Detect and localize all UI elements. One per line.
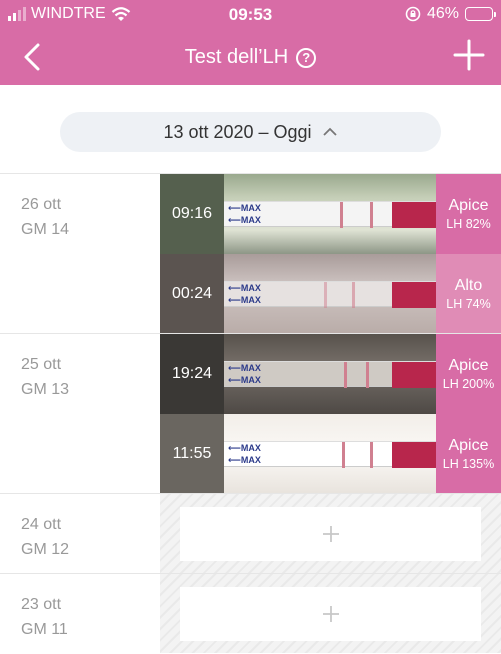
date-range-label: 13 ott 2020 – Oggi <box>163 121 312 142</box>
entry-time: 11:55 <box>160 414 224 494</box>
result-badge: Alto LH 74% <box>436 254 501 334</box>
status-right: 46% <box>405 5 496 23</box>
result-level: Apice <box>448 437 489 454</box>
result-level: Apice <box>448 197 489 214</box>
test-entry[interactable]: 19:24 ⟵MAX ⟵MAX Apice LH 200% <box>160 334 501 414</box>
test-photo[interactable]: ⟵MAX ⟵MAX <box>224 414 436 494</box>
plus-icon <box>322 526 339 542</box>
max-arrow-mark: ⟵MAX ⟵MAX <box>228 283 261 305</box>
battery-percent: 46% <box>426 5 459 22</box>
test-entry[interactable]: 11:55 ⟵MAX ⟵MAX Apice LH 135% <box>160 414 501 494</box>
day-cycle: GM 11 <box>21 621 68 638</box>
day-row: 25 ott GM 13 19:24 ⟵MAX ⟵MAX Apice LH 200… <box>0 333 501 494</box>
result-level: Apice <box>448 357 489 374</box>
day-label: 24 ott GM 12 <box>0 494 160 573</box>
test-list: 26 ott GM 14 09:16 ⟵MAX ⟵MAX Apice LH 82% <box>0 173 501 653</box>
day-label: 25 ott GM 13 <box>0 334 160 493</box>
rotation-lock-icon <box>405 6 421 22</box>
result-lh: LH 82% <box>446 217 491 231</box>
day-cycle: GM 12 <box>21 541 70 558</box>
battery-icon <box>465 7 496 21</box>
result-lh: LH 74% <box>446 297 491 311</box>
day-cycle: GM 14 <box>21 221 70 238</box>
day-entries <box>160 494 501 573</box>
result-lh: LH 200% <box>442 377 495 391</box>
result-badge: Apice LH 135% <box>436 414 501 494</box>
day-date: 23 ott <box>21 596 62 613</box>
test-photo[interactable]: ⟵MAX ⟵MAX <box>224 254 436 334</box>
test-entry[interactable]: 09:16 ⟵MAX ⟵MAX Apice LH 82% <box>160 174 501 254</box>
day-date: 25 ott <box>21 356 62 373</box>
page-title: Test dell’LH ? <box>0 46 501 69</box>
day-date: 26 ott <box>21 196 62 213</box>
result-badge: Apice LH 82% <box>436 174 501 254</box>
add-test-card[interactable] <box>180 507 481 561</box>
day-label: 23 ott GM 11 <box>0 574 160 653</box>
test-photo[interactable]: ⟵MAX ⟵MAX <box>224 334 436 414</box>
help-icon[interactable]: ? <box>296 47 317 68</box>
status-bar: WINDTRE 09:53 46% <box>0 0 501 30</box>
add-test-button[interactable] <box>453 39 485 71</box>
test-strip: ⟵MAX ⟵MAX <box>224 441 436 468</box>
test-entry[interactable]: 00:24 ⟵MAX ⟵MAX Alto LH 74% <box>160 254 501 334</box>
day-cycle: GM 13 <box>21 381 70 398</box>
test-photo[interactable]: ⟵MAX ⟵MAX <box>224 174 436 254</box>
chevron-up-icon <box>322 127 337 136</box>
test-strip: ⟵MAX ⟵MAX <box>224 361 436 388</box>
nav-bar: Test dell’LH ? <box>0 30 501 85</box>
date-range-selector[interactable]: 13 ott 2020 – Oggi <box>60 112 441 152</box>
plus-icon <box>322 606 339 622</box>
day-label: 26 ott GM 14 <box>0 174 160 333</box>
result-level: Alto <box>454 277 483 294</box>
entry-time: 00:24 <box>160 254 224 334</box>
test-strip: ⟵MAX ⟵MAX <box>224 281 436 308</box>
day-entries: 09:16 ⟵MAX ⟵MAX Apice LH 82% 00:24 ⟵MAX … <box>160 174 501 334</box>
page-title-text: Test dell’LH <box>184 46 289 68</box>
day-row: 26 ott GM 14 09:16 ⟵MAX ⟵MAX Apice LH 82% <box>0 173 501 334</box>
day-row: 24 ott GM 12 <box>0 493 501 573</box>
day-entries <box>160 574 501 653</box>
max-arrow-mark: ⟵MAX ⟵MAX <box>228 443 261 465</box>
result-lh: LH 135% <box>442 457 495 471</box>
add-slot <box>160 574 501 654</box>
day-entries: 19:24 ⟵MAX ⟵MAX Apice LH 200% 11:55 ⟵MAX… <box>160 334 501 494</box>
add-test-card[interactable] <box>180 587 481 641</box>
max-arrow-mark: ⟵MAX ⟵MAX <box>228 203 261 225</box>
max-arrow-mark: ⟵MAX ⟵MAX <box>228 363 261 385</box>
add-slot <box>160 494 501 574</box>
day-row: 23 ott GM 11 <box>0 573 501 653</box>
result-badge: Apice LH 200% <box>436 334 501 414</box>
day-date: 24 ott <box>21 516 62 533</box>
entry-time: 09:16 <box>160 174 224 254</box>
entry-time: 19:24 <box>160 334 224 414</box>
test-strip: ⟵MAX ⟵MAX <box>224 201 436 228</box>
